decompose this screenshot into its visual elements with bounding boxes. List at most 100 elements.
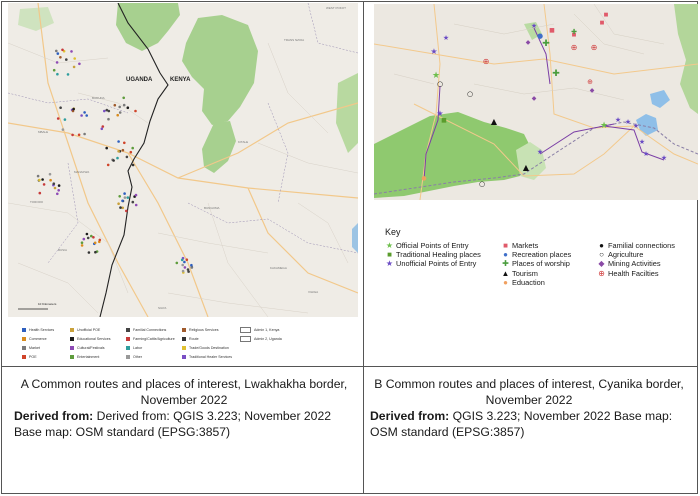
poi-marker[interactable] xyxy=(116,113,119,117)
poi-marker[interactable] xyxy=(72,65,76,69)
poi-marker[interactable] xyxy=(125,209,128,213)
poi-marker[interactable] xyxy=(55,61,59,64)
poi-marker[interactable] xyxy=(61,128,65,131)
poi-marker[interactable]: ○ xyxy=(437,80,443,88)
poi-marker[interactable]: ★ xyxy=(643,150,649,158)
poi-marker[interactable] xyxy=(56,192,59,196)
poi-marker[interactable] xyxy=(93,241,97,245)
poi-marker[interactable]: ★ xyxy=(625,118,631,126)
poi-marker[interactable] xyxy=(118,195,121,198)
poi-marker[interactable] xyxy=(73,57,76,60)
poi-marker[interactable] xyxy=(125,155,129,159)
poi-marker[interactable] xyxy=(185,258,189,261)
poi-marker[interactable] xyxy=(134,203,138,207)
poi-marker[interactable] xyxy=(113,103,117,107)
poi-marker[interactable]: ⊕ xyxy=(591,43,598,52)
poi-marker[interactable] xyxy=(52,68,56,72)
poi-marker[interactable]: ★ xyxy=(443,34,449,42)
map-lwakhakha[interactable]: UGANDA KENYA WEST POKOT TRANS NZOIA BUNG… xyxy=(8,3,358,317)
poi-marker[interactable] xyxy=(134,193,138,197)
poi-marker[interactable] xyxy=(183,260,186,264)
poi-marker[interactable] xyxy=(175,261,179,265)
poi-marker[interactable]: ■ xyxy=(600,20,605,26)
poi-marker[interactable] xyxy=(106,163,110,167)
poi-marker[interactable] xyxy=(65,58,68,61)
poi-marker[interactable] xyxy=(181,269,185,273)
poi-marker[interactable]: ★ xyxy=(430,47,437,56)
poi-marker[interactable]: ▲ xyxy=(491,117,498,126)
poi-marker[interactable] xyxy=(107,117,110,121)
poi-marker[interactable] xyxy=(72,107,75,111)
poi-marker[interactable]: ■ xyxy=(549,27,555,34)
poi-marker[interactable] xyxy=(131,146,134,150)
poi-marker[interactable] xyxy=(123,141,126,145)
poi-marker[interactable] xyxy=(87,251,91,254)
poi-marker[interactable] xyxy=(190,266,194,269)
poi-marker[interactable] xyxy=(83,132,86,136)
poi-marker[interactable] xyxy=(131,200,135,204)
poi-marker[interactable] xyxy=(42,183,46,186)
poi-marker[interactable] xyxy=(80,244,84,247)
poi-marker[interactable] xyxy=(56,72,59,76)
poi-marker[interactable] xyxy=(36,174,40,178)
poi-marker[interactable] xyxy=(63,118,67,121)
poi-marker[interactable] xyxy=(85,232,89,236)
poi-marker[interactable] xyxy=(82,237,86,241)
poi-marker[interactable]: ✚ xyxy=(571,28,577,36)
poi-marker[interactable]: ■ xyxy=(441,117,447,124)
poi-marker[interactable] xyxy=(55,49,58,53)
poi-marker[interactable] xyxy=(126,106,130,109)
poi-marker[interactable]: ⊕ xyxy=(571,43,578,52)
poi-marker[interactable] xyxy=(105,108,109,112)
poi-marker[interactable] xyxy=(123,196,127,199)
poi-marker[interactable]: ★ xyxy=(661,154,667,162)
poi-marker[interactable]: ○ xyxy=(479,180,485,188)
poi-marker[interactable] xyxy=(78,62,81,66)
poi-marker[interactable]: ⊕ xyxy=(587,78,593,86)
poi-marker[interactable] xyxy=(70,50,73,53)
poi-marker[interactable] xyxy=(80,241,84,244)
poi-marker[interactable] xyxy=(53,186,57,190)
poi-marker[interactable] xyxy=(134,109,137,113)
poi-marker[interactable]: ▲ xyxy=(523,163,530,172)
poi-marker[interactable] xyxy=(118,105,121,109)
poi-marker[interactable] xyxy=(48,172,52,176)
poi-marker[interactable] xyxy=(129,150,133,154)
poi-marker[interactable] xyxy=(116,156,119,160)
poi-marker[interactable] xyxy=(117,150,120,153)
poi-marker[interactable]: ○ xyxy=(467,90,473,98)
map-cyanika[interactable]: ★○★■★⊕○★★●✚■◆✚⊕ ⊕■■■◆◆⊕★★ ★ ★★★ ★▲▲○●★✚ xyxy=(374,4,698,200)
poi-marker[interactable] xyxy=(123,192,126,195)
poi-marker[interactable]: ✚ xyxy=(542,39,550,49)
poi-marker[interactable] xyxy=(121,148,125,152)
poi-marker[interactable] xyxy=(57,184,61,187)
poi-marker[interactable]: ★ xyxy=(615,116,621,124)
poi-marker[interactable] xyxy=(77,133,81,137)
poi-marker[interactable] xyxy=(49,178,52,182)
poi-marker[interactable] xyxy=(38,191,42,195)
poi-marker[interactable] xyxy=(117,140,120,143)
poi-marker[interactable]: ■ xyxy=(604,12,609,18)
poi-marker[interactable] xyxy=(83,111,86,114)
poi-marker[interactable] xyxy=(86,236,90,240)
poi-marker[interactable] xyxy=(94,250,97,254)
poi-marker[interactable]: ★ xyxy=(531,22,537,30)
poi-marker[interactable]: ⊕ xyxy=(483,57,490,66)
poi-marker[interactable]: ★ xyxy=(537,148,543,156)
poi-marker[interactable] xyxy=(41,178,44,181)
poi-marker[interactable] xyxy=(122,103,126,107)
poi-marker[interactable]: ★ xyxy=(639,138,645,146)
poi-marker[interactable] xyxy=(56,117,60,120)
poi-marker[interactable] xyxy=(61,48,64,52)
poi-marker[interactable] xyxy=(59,106,62,109)
poi-marker[interactable] xyxy=(180,258,184,262)
poi-marker[interactable]: ◆ xyxy=(590,87,595,94)
poi-marker[interactable]: ★ xyxy=(600,121,608,131)
poi-marker[interactable] xyxy=(122,96,125,100)
poi-marker[interactable] xyxy=(92,236,95,239)
poi-marker[interactable] xyxy=(121,199,124,203)
poi-marker[interactable] xyxy=(183,266,187,269)
poi-marker[interactable] xyxy=(126,196,130,199)
poi-marker[interactable] xyxy=(80,114,83,117)
poi-marker[interactable] xyxy=(66,73,70,76)
